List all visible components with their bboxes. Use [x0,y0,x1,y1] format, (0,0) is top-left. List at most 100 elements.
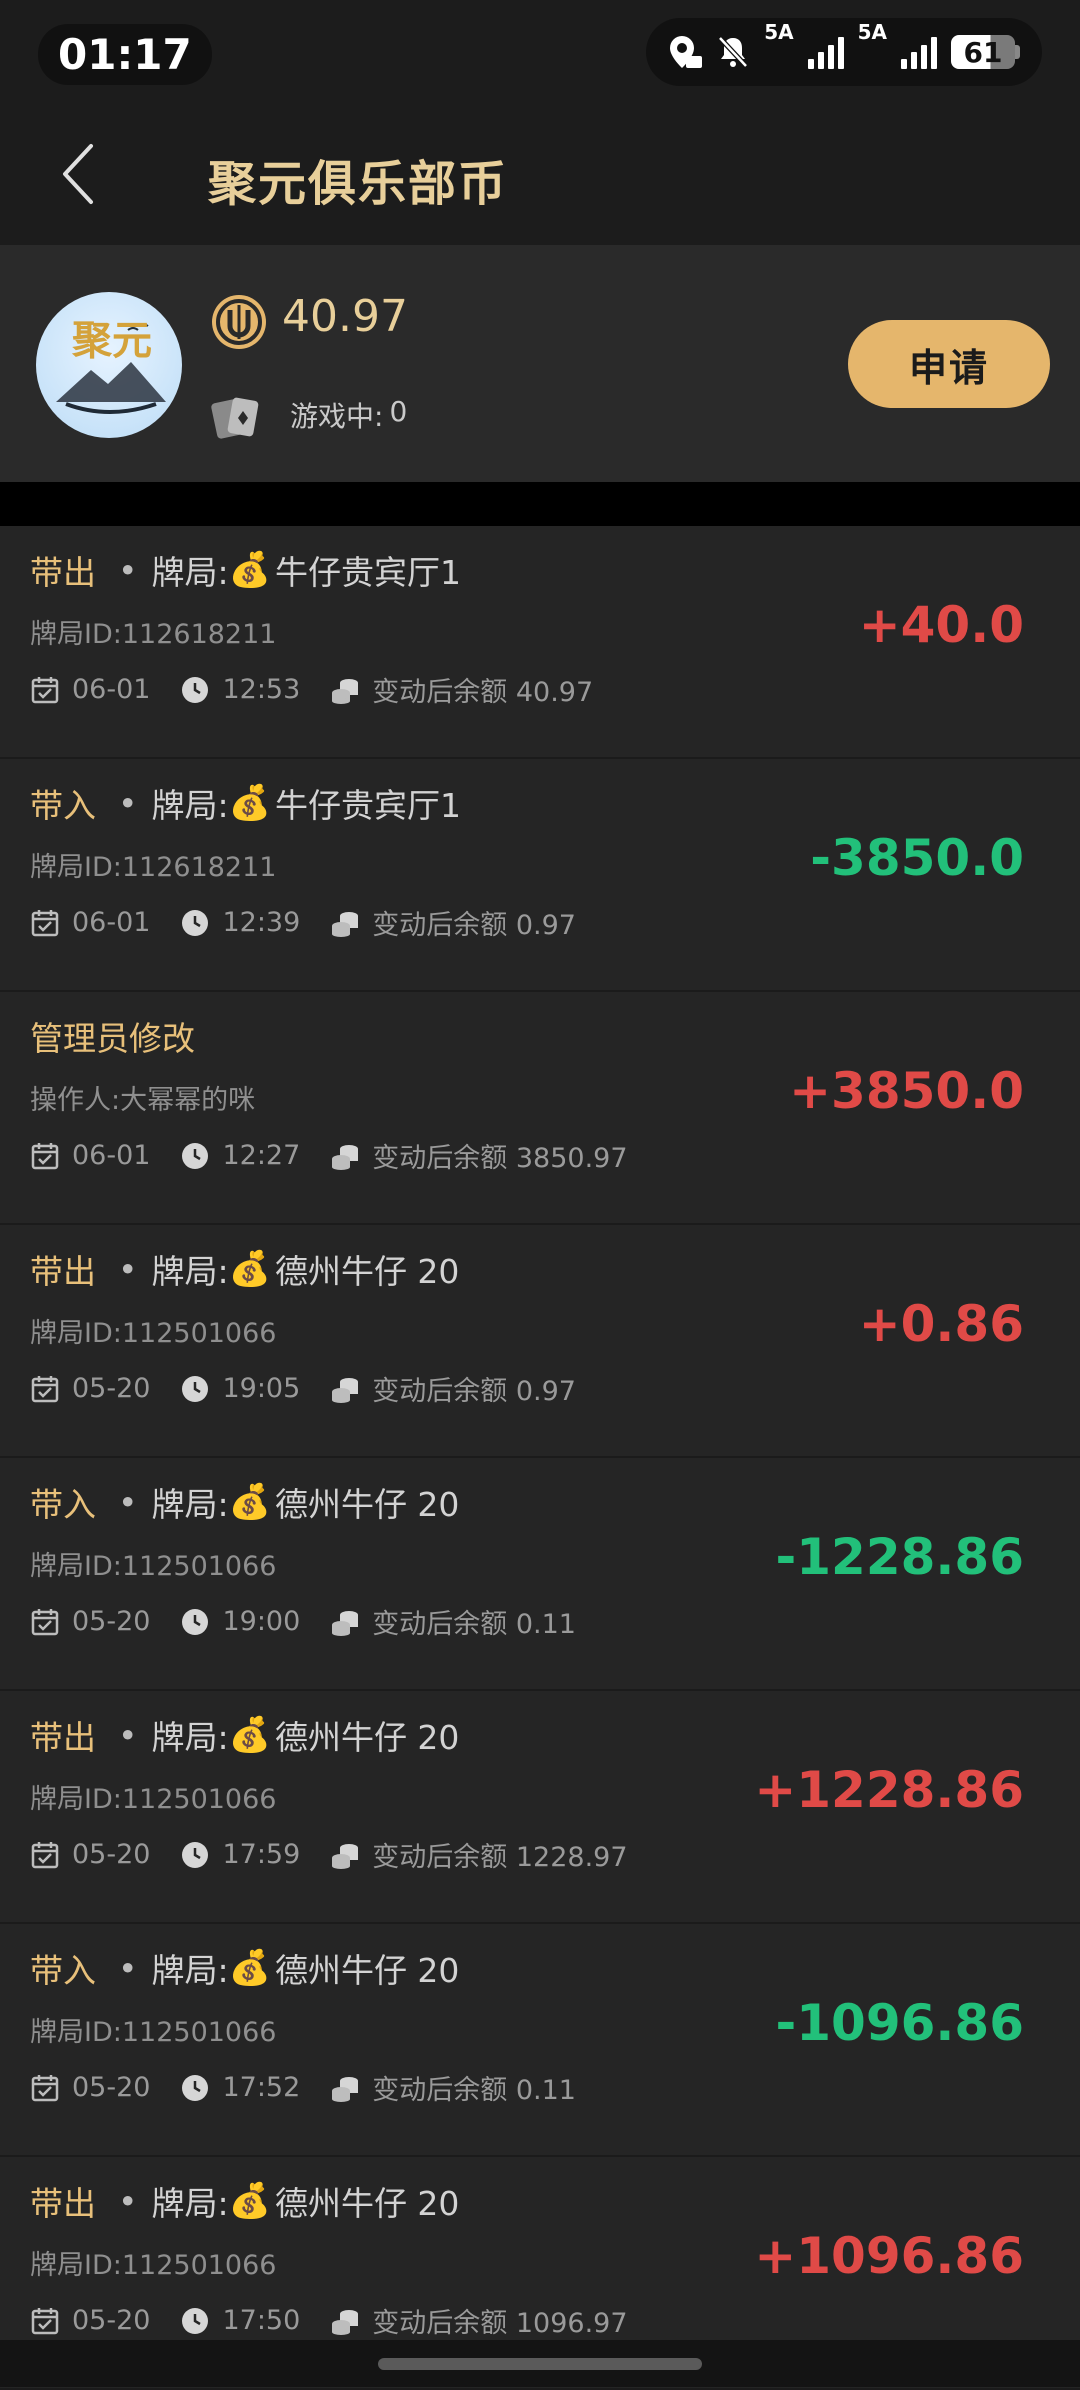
calendar-check-icon [31,676,59,703]
home-indicator[interactable] [378,2358,702,2370]
record-date: 06-01 [72,907,151,938]
record-row[interactable]: 带入 • 牌局: 💰 德州牛仔 20 牌局ID:112501066 05-20 … [0,1458,1080,1691]
record-subtitle: 牌局ID:112618211 [30,619,277,650]
balance-after: 变动后余额 0.11 [372,1609,576,1640]
record-time: 12:53 [222,674,301,705]
status-time: 01:17 [38,24,212,85]
money-bag-icon: 💰 [228,2181,271,2221]
record-amount: -3850.0 [810,829,1024,887]
record-row[interactable]: 带入 • 牌局: 💰 德州牛仔 20 牌局ID:112501066 05-20 … [0,1924,1080,2157]
record-meta: 05-20 19:00 变动后余额 0.11 [30,1602,576,1641]
record-title: 带出 • 牌局: 💰 德州牛仔 20 [30,2177,459,2225]
record-row[interactable]: 带出 • 牌局: 💰 德州牛仔 20 牌局ID:112501066 05-20 … [0,1225,1080,1458]
record-type: 管理员修改 [30,1019,195,1058]
record-meta: 06-01 12:53 变动后余额 40.97 [30,670,593,709]
record-type: 带出 [30,1252,96,1291]
playing-cards-icon [211,397,259,439]
coins-stack-icon [332,1610,359,1636]
record-subtitle: 牌局ID:112501066 [30,2250,277,2281]
separator-dot: • [118,783,138,823]
room-name: 牛仔贵宾厅1 [274,553,461,592]
record-meta: 06-01 12:27 变动后余额 3850.97 [30,1136,628,1175]
record-title: 带出 • 牌局: 💰 德州牛仔 20 [30,1711,459,1759]
record-amount: +0.86 [858,1295,1024,1353]
record-date: 05-20 [72,1373,151,1404]
record-row[interactable]: 管理员修改 操作人:大幂幂的咪 06-01 12:27 变动后余额 3850.9… [0,992,1080,1225]
signal-2-icon [901,35,937,69]
record-time: 17:59 [222,1839,301,1870]
coins-stack-icon [332,678,359,704]
separator-dot: • [118,1948,138,1988]
clock-icon [182,1841,209,1868]
record-meta: 05-20 17:59 变动后余额 1228.97 [30,1835,628,1874]
back-arrow-icon[interactable] [55,142,115,206]
calendar-check-icon [31,1142,59,1169]
record-subtitle: 牌局ID:112501066 [30,1318,277,1349]
avatar-text: 聚元 [71,317,152,364]
record-type: 带入 [30,1951,96,1990]
separator-dot: • [118,1482,138,1522]
separator-dot: • [118,550,138,590]
record-type: 带入 [30,1485,96,1524]
ingame-label: 游戏中: [290,400,384,433]
game-label: 牌局: [151,1951,229,1990]
game-label: 牌局: [151,1485,229,1524]
record-date: 05-20 [72,2072,151,2103]
record-type: 带入 [30,786,96,825]
separator-dot: • [118,1249,138,1289]
clock-icon [182,1142,209,1169]
record-row[interactable]: 带出 • 牌局: 💰 牛仔贵宾厅1 牌局ID:112618211 06-01 1… [0,526,1080,759]
profile-card: 聚元 40.97 游戏中: 0 申请 [0,245,1080,482]
calendar-check-icon [31,909,59,936]
record-type: 带出 [30,553,96,592]
money-bag-icon: 💰 [228,1482,271,1522]
page-title: 聚元俱乐部币 [208,156,509,212]
clock-icon [182,1375,209,1402]
balance-after: 变动后余额 1096.97 [372,2308,628,2339]
record-date: 06-01 [72,674,151,705]
record-amount: +40.0 [858,596,1024,654]
record-title: 带入 • 牌局: 💰 德州牛仔 20 [30,1944,459,1992]
battery-icon: 61 [951,35,1020,69]
record-title: 带出 • 牌局: 💰 牛仔贵宾厅1 [30,546,461,594]
record-title: 带入 • 牌局: 💰 德州牛仔 20 [30,1478,459,1526]
coins-stack-icon [332,2076,359,2102]
money-bag-icon: 💰 [228,550,271,590]
balance-after: 变动后余额 0.97 [372,1376,576,1407]
record-meta: 05-20 17:52 变动后余额 0.11 [30,2068,576,2107]
clock-icon [182,676,209,703]
record-type: 带出 [30,2184,96,2223]
calendar-check-icon [31,1841,59,1868]
gesture-bar [0,2340,1080,2387]
calendar-check-icon [31,2307,59,2334]
record-subtitle: 牌局ID:112501066 [30,1784,277,1815]
game-label: 牌局: [151,1252,229,1291]
clock-icon [182,2074,209,2101]
apply-button[interactable]: 申请 [848,320,1050,408]
record-title: 带出 • 牌局: 💰 德州牛仔 20 [30,1245,459,1293]
balance-after: 变动后余额 3850.97 [372,1143,628,1174]
coins-stack-icon [332,911,359,937]
club-avatar: 聚元 [36,292,182,438]
status-bar: 01:17 5A 5A 61 [0,0,1080,100]
coin-balance: 40.97 [282,291,408,342]
record-subtitle: 牌局ID:112501066 [30,1551,277,1582]
room-name: 德州牛仔 20 [274,1718,460,1757]
record-date: 05-20 [72,2305,151,2336]
club-logo-icon: 聚元 [56,317,166,414]
network-type-2: 5A [857,20,887,44]
coins-stack-icon [332,2309,359,2335]
room-name: 德州牛仔 20 [274,1485,460,1524]
record-title: 管理员修改 [30,1012,195,1060]
record-row[interactable]: 带入 • 牌局: 💰 牛仔贵宾厅1 牌局ID:112618211 06-01 1… [0,759,1080,992]
coins-stack-icon [332,1843,359,1869]
record-amount: -1228.86 [775,1528,1025,1586]
money-bag-icon: 💰 [228,1948,271,1988]
record-amount: +1228.86 [754,1761,1024,1819]
signal-1-icon [807,35,844,69]
clock-icon [182,1608,209,1635]
record-row[interactable]: 带出 • 牌局: 💰 德州牛仔 20 牌局ID:112501066 05-20 … [0,1691,1080,1924]
mute-bell-icon [718,36,749,68]
record-meta: 06-01 12:39 变动后余额 0.97 [30,903,576,942]
record-date: 05-20 [72,1839,151,1870]
